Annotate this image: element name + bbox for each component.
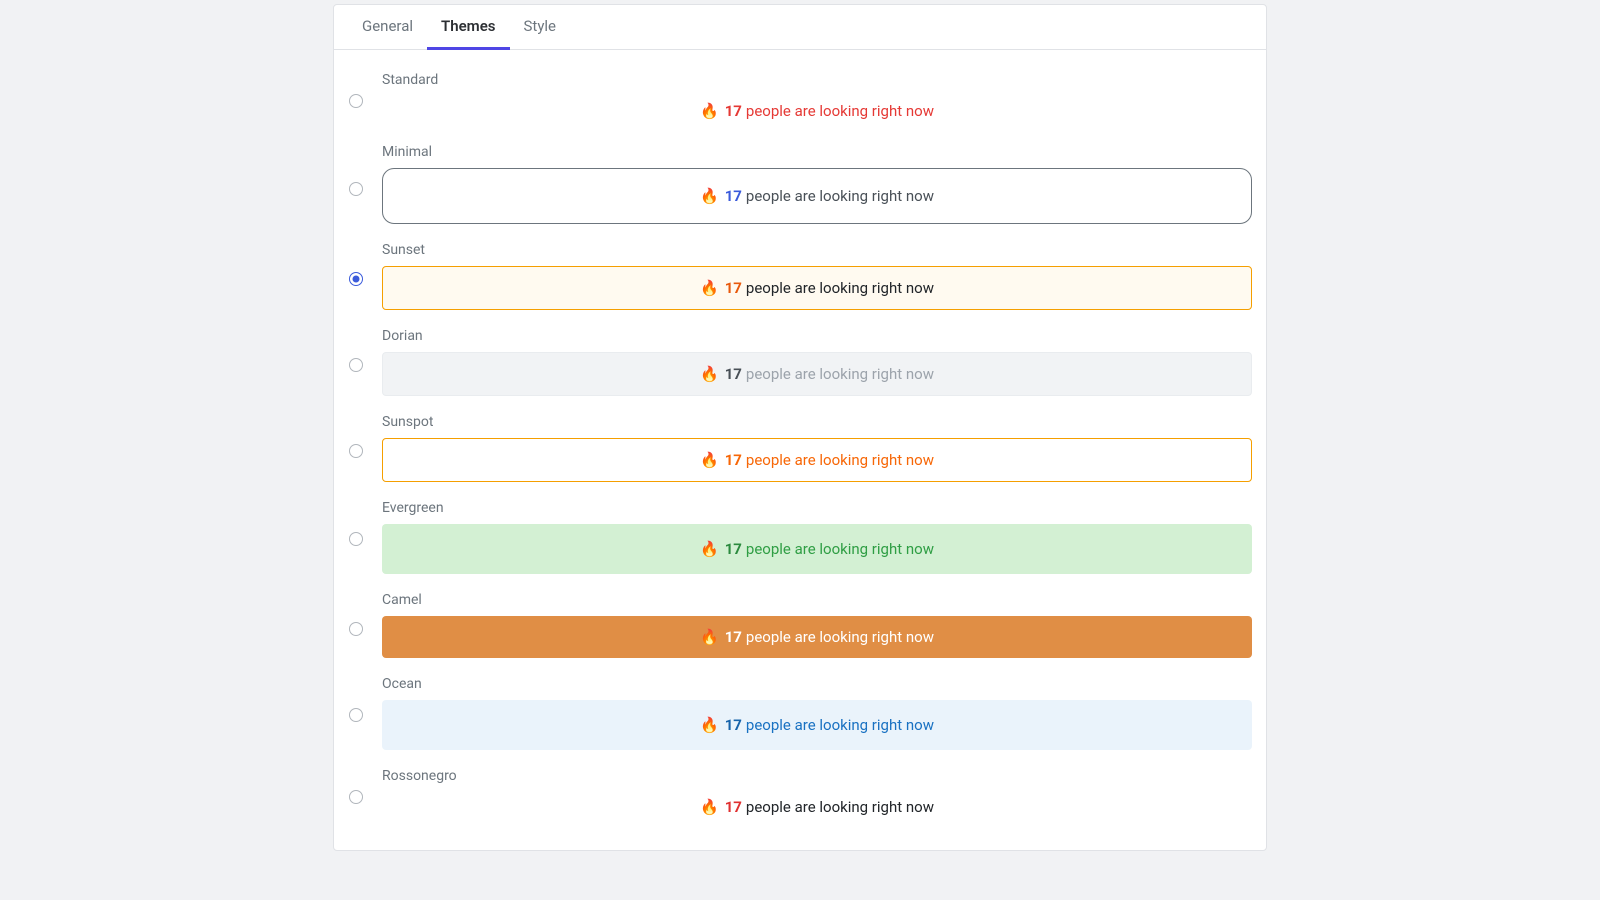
- theme-radio-sunset[interactable]: [349, 272, 363, 286]
- theme-radio-ocean[interactable]: [349, 708, 363, 722]
- viewer-count: 17: [725, 716, 742, 734]
- theme-radio-sunspot[interactable]: [349, 444, 363, 458]
- fire-icon: 🔥: [700, 798, 719, 816]
- theme-option-ocean: Ocean 🔥 17 people are looking right now: [348, 676, 1252, 750]
- theme-label: Ocean: [382, 676, 1252, 692]
- theme-preview-sunset: 🔥 17 people are looking right now: [382, 266, 1252, 310]
- viewer-text: people are looking right now: [746, 798, 934, 816]
- theme-preview-evergreen: 🔥 17 people are looking right now: [382, 524, 1252, 574]
- fire-icon: 🔥: [700, 102, 719, 120]
- viewer-count: 17: [725, 279, 742, 297]
- theme-preview-camel: 🔥 17 people are looking right now: [382, 616, 1252, 658]
- theme-label: Camel: [382, 592, 1252, 608]
- viewer-count: 17: [725, 187, 742, 205]
- fire-icon: 🔥: [700, 716, 719, 734]
- theme-preview-dorian: 🔥 17 people are looking right now: [382, 352, 1252, 396]
- fire-icon: 🔥: [700, 279, 719, 297]
- theme-label: Rossonegro: [382, 768, 1252, 784]
- theme-preview-sunspot: 🔥 17 people are looking right now: [382, 438, 1252, 482]
- theme-preview-rossonegro: 🔥 17 people are looking right now: [382, 792, 1252, 822]
- fire-icon: 🔥: [700, 365, 719, 383]
- viewer-text: people are looking right now: [746, 365, 934, 383]
- theme-label: Dorian: [382, 328, 1252, 344]
- theme-radio-evergreen[interactable]: [349, 532, 363, 546]
- theme-option-rossonegro: Rossonegro 🔥 17 people are looking right…: [348, 768, 1252, 822]
- theme-option-sunspot: Sunspot 🔥 17 people are looking right no…: [348, 414, 1252, 482]
- theme-label: Sunset: [382, 242, 1252, 258]
- theme-label: Standard: [382, 72, 1252, 88]
- theme-radio-dorian[interactable]: [349, 358, 363, 372]
- viewer-count: 17: [725, 540, 742, 558]
- tab-themes[interactable]: Themes: [427, 5, 509, 50]
- tab-style[interactable]: Style: [510, 5, 571, 50]
- theme-radio-camel[interactable]: [349, 622, 363, 636]
- viewer-text: people are looking right now: [746, 451, 934, 469]
- viewer-count: 17: [725, 628, 742, 646]
- theme-option-sunset: Sunset 🔥 17 people are looking right now: [348, 242, 1252, 310]
- settings-card: General Themes Style Standard 🔥 17 peopl…: [333, 4, 1267, 851]
- fire-icon: 🔥: [700, 540, 719, 558]
- fire-icon: 🔥: [700, 187, 719, 205]
- fire-icon: 🔥: [700, 451, 719, 469]
- themes-list: Standard 🔥 17 people are looking right n…: [334, 50, 1266, 850]
- theme-label: Minimal: [382, 144, 1252, 160]
- fire-icon: 🔥: [700, 628, 719, 646]
- theme-preview-standard: 🔥 17 people are looking right now: [382, 96, 1252, 126]
- theme-option-minimal: Minimal 🔥 17 people are looking right no…: [348, 144, 1252, 224]
- theme-label: Evergreen: [382, 500, 1252, 516]
- theme-option-camel: Camel 🔥 17 people are looking right now: [348, 592, 1252, 658]
- viewer-text: people are looking right now: [746, 716, 934, 734]
- viewer-count: 17: [725, 798, 742, 816]
- viewer-text: people are looking right now: [746, 279, 934, 297]
- theme-label: Sunspot: [382, 414, 1252, 430]
- theme-radio-rossonegro[interactable]: [349, 790, 363, 804]
- theme-option-evergreen: Evergreen 🔥 17 people are looking right …: [348, 500, 1252, 574]
- viewer-text: people are looking right now: [746, 540, 934, 558]
- theme-radio-minimal[interactable]: [349, 182, 363, 196]
- theme-option-dorian: Dorian 🔥 17 people are looking right now: [348, 328, 1252, 396]
- viewer-count: 17: [725, 451, 742, 469]
- tab-general[interactable]: General: [348, 5, 427, 50]
- viewer-text: people are looking right now: [746, 187, 934, 205]
- tabs: General Themes Style: [334, 5, 1266, 50]
- theme-radio-standard[interactable]: [349, 94, 363, 108]
- viewer-text: people are looking right now: [746, 628, 934, 646]
- viewer-text: people are looking right now: [746, 102, 934, 120]
- theme-option-standard: Standard 🔥 17 people are looking right n…: [348, 72, 1252, 126]
- viewer-count: 17: [725, 365, 742, 383]
- theme-preview-minimal: 🔥 17 people are looking right now: [382, 168, 1252, 224]
- theme-preview-ocean: 🔥 17 people are looking right now: [382, 700, 1252, 750]
- viewer-count: 17: [725, 102, 742, 120]
